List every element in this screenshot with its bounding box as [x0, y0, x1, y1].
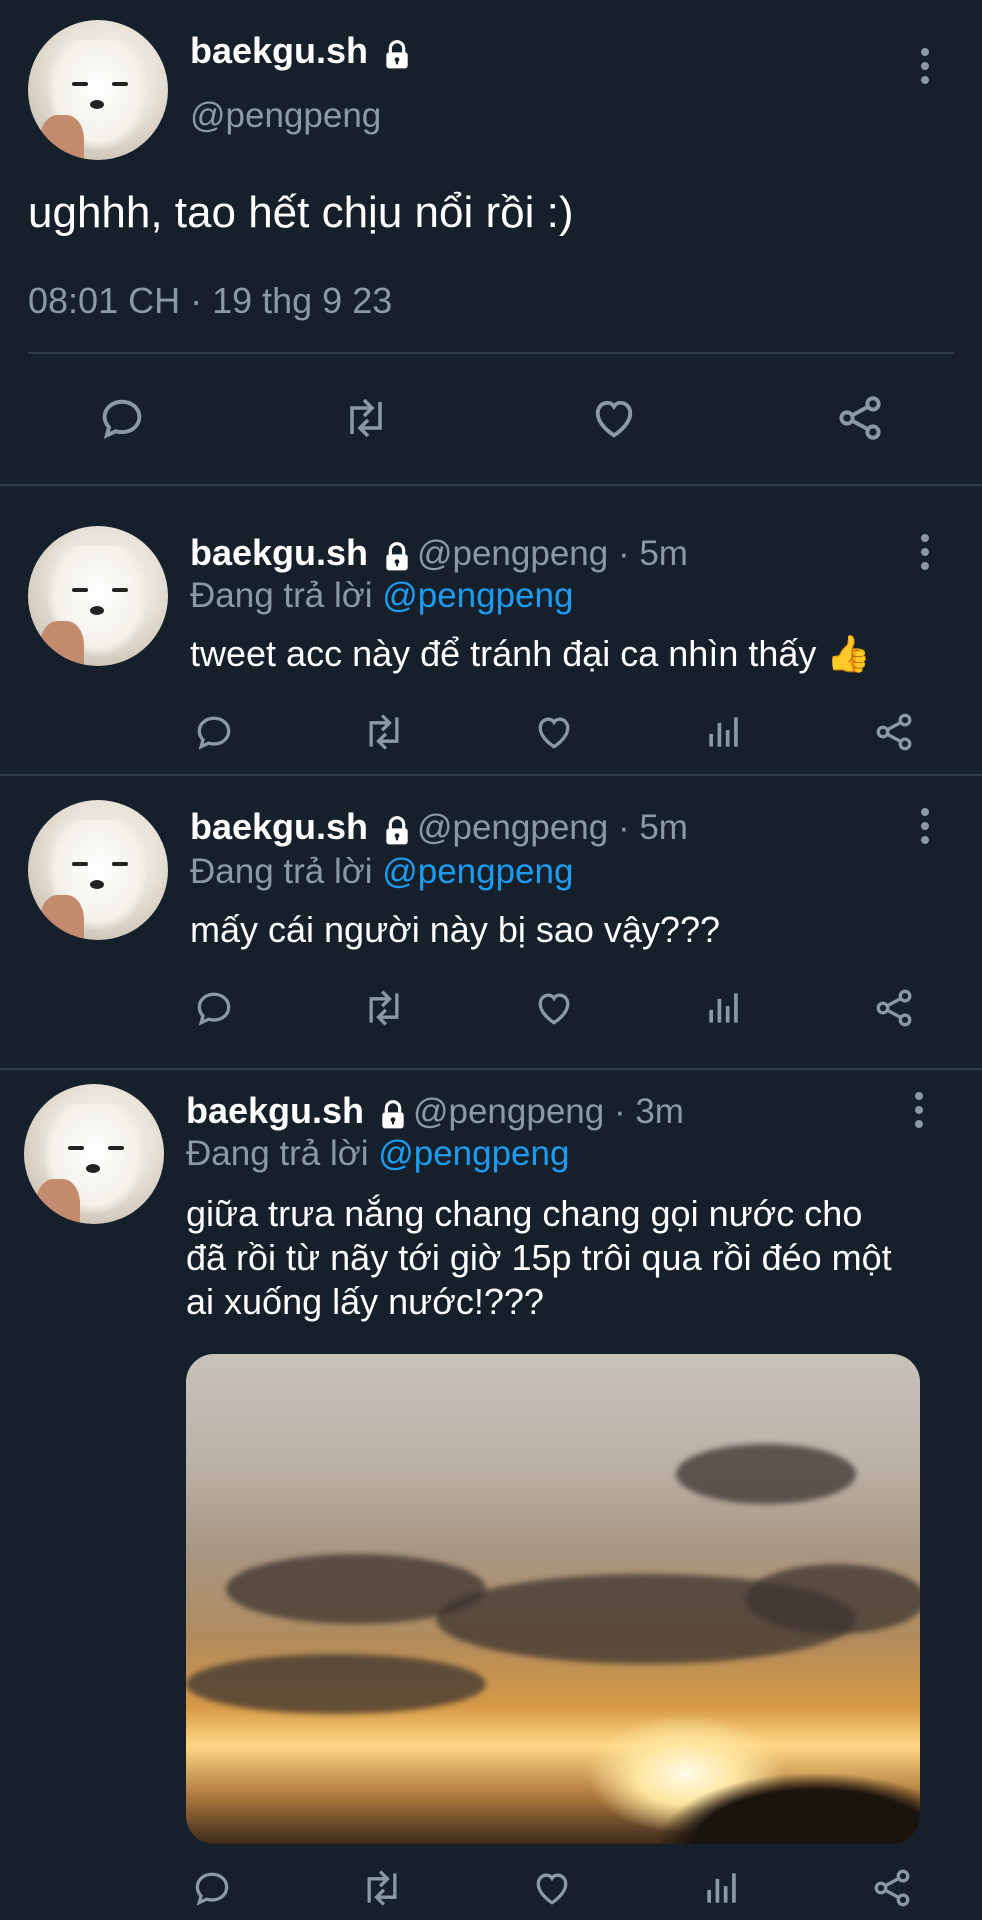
author-row: baekgu.sh: [190, 30, 413, 75]
timestamp[interactable]: 08:01 CH · 19 thg 9 23: [28, 280, 392, 322]
heart-icon[interactable]: [528, 706, 580, 758]
tweet-text-line: đã rồi từ nãy tới giờ 15p trôi qua rồi đ…: [186, 1237, 892, 1278]
avatar[interactable]: [28, 526, 168, 666]
retweet-icon[interactable]: [358, 982, 410, 1034]
share-icon[interactable]: [868, 706, 920, 758]
author-row: baekgu.sh @pengpeng · 5m: [190, 532, 688, 577]
reply-icon[interactable]: [186, 1862, 238, 1914]
section-divider: [0, 774, 982, 776]
more-icon[interactable]: [914, 532, 934, 572]
lock-icon: [385, 39, 408, 69]
reply-icon[interactable]: [188, 706, 240, 758]
tweet-text-line: giữa trưa nắng chang chang gọi nước cho: [186, 1193, 863, 1234]
tweet-text: tweet acc này để tránh đại ca nhìn thấy …: [190, 633, 872, 674]
display-name[interactable]: baekgu.sh: [190, 806, 368, 847]
replying-prefix: Đang trả lời: [190, 852, 373, 891]
lock-icon: [381, 1099, 404, 1129]
tweet-text: ughhh, tao hết chịu nổi rồi :): [28, 188, 574, 237]
handle-time: @pengpeng · 5m: [416, 808, 688, 847]
handle-time: @pengpeng · 5m: [416, 534, 688, 573]
more-icon[interactable]: [908, 1090, 928, 1130]
retweet-icon[interactable]: [356, 1862, 408, 1914]
views-icon[interactable]: [698, 706, 750, 758]
avatar[interactable]: [28, 800, 168, 940]
divider: [28, 352, 954, 354]
author-row: baekgu.sh @pengpeng · 3m: [186, 1090, 684, 1135]
author-row: baekgu.sh @pengpeng · 5m: [190, 806, 688, 851]
views-icon[interactable]: [698, 982, 750, 1034]
heart-icon[interactable]: [528, 982, 580, 1034]
avatar[interactable]: [24, 1084, 164, 1224]
heart-icon[interactable]: [526, 1862, 578, 1914]
mention-link[interactable]: @pengpeng: [382, 852, 573, 891]
handle-time: @pengpeng · 3m: [412, 1092, 684, 1131]
retweet-icon[interactable]: [358, 706, 410, 758]
display-name[interactable]: baekgu.sh: [186, 1090, 364, 1131]
replying-to: Đang trả lời @pengpeng: [186, 1134, 569, 1174]
mention-link[interactable]: @pengpeng: [378, 1134, 569, 1173]
mention-link[interactable]: @pengpeng: [382, 576, 573, 615]
replying-prefix: Đang trả lời: [186, 1134, 369, 1173]
display-name[interactable]: baekgu.sh: [190, 30, 368, 71]
avatar[interactable]: [28, 20, 168, 160]
tweet-text: mấy cái người này bị sao vậy???: [190, 909, 720, 950]
section-divider: [0, 484, 982, 486]
more-icon[interactable]: [914, 46, 934, 86]
replying-to: Đang trả lời @pengpeng: [190, 852, 573, 892]
share-icon[interactable]: [866, 1862, 918, 1914]
views-icon[interactable]: [696, 1862, 748, 1914]
lock-icon: [385, 541, 408, 571]
tweet-text-line: ai xuống lấy nước!???: [186, 1281, 544, 1322]
section-divider: [0, 1068, 982, 1070]
display-name[interactable]: baekgu.sh: [190, 532, 368, 573]
reply-icon[interactable]: [96, 392, 148, 444]
tweet-media-image[interactable]: [186, 1354, 920, 1844]
retweet-icon[interactable]: [340, 392, 392, 444]
replying-to: Đang trả lời @pengpeng: [190, 576, 573, 616]
share-icon[interactable]: [868, 982, 920, 1034]
reply-icon[interactable]: [188, 982, 240, 1034]
replying-prefix: Đang trả lời: [190, 576, 373, 615]
heart-icon[interactable]: [588, 392, 640, 444]
more-icon[interactable]: [914, 806, 934, 846]
share-icon[interactable]: [834, 392, 886, 444]
handle[interactable]: @pengpeng: [190, 96, 381, 136]
lock-icon: [385, 815, 408, 845]
